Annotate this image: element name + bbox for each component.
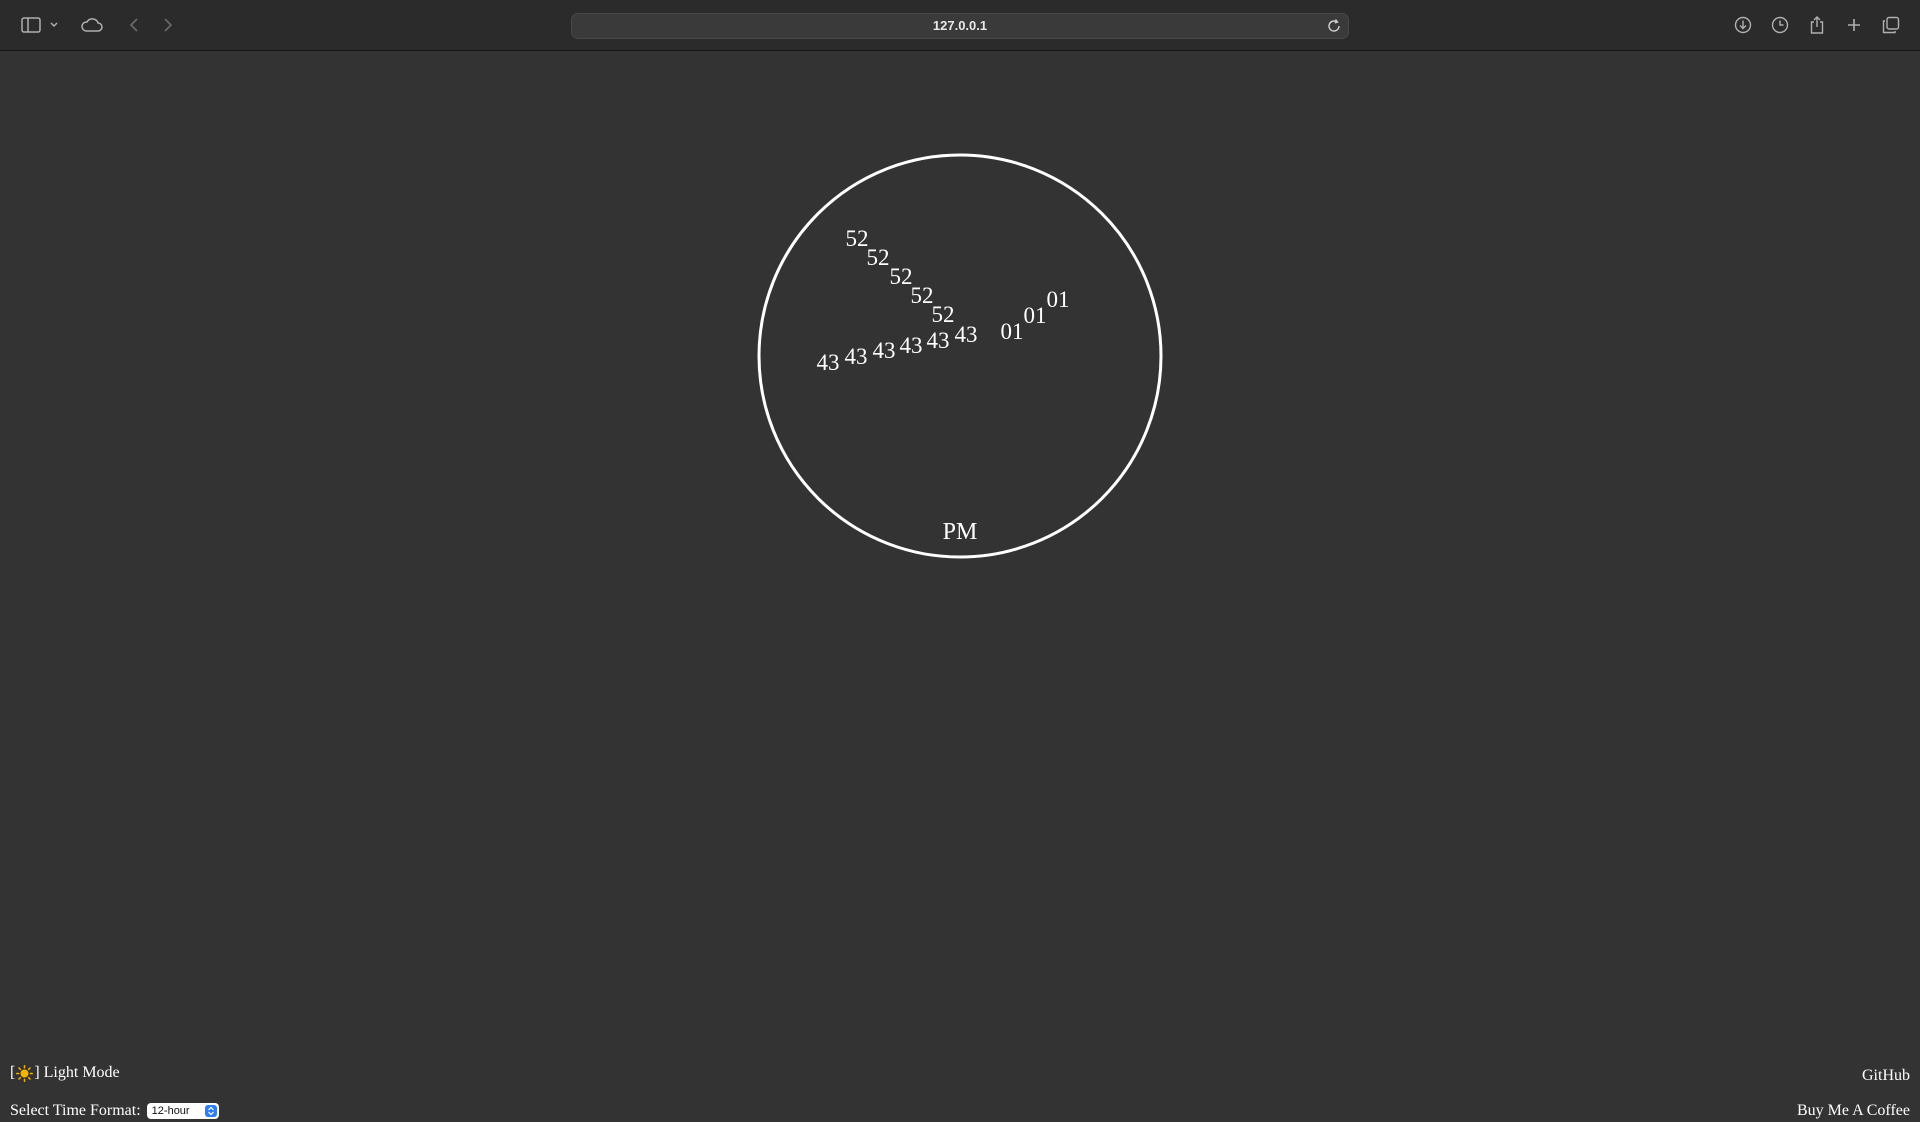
second-hand-label: 43 bbox=[817, 350, 840, 375]
page-content: 01 01 01 52 52 52 52 52 43 43 43 43 43 43 PM [ ] Li… bbox=[0, 52, 1920, 1119]
select-arrows-icon bbox=[204, 1105, 217, 1117]
buy-me-a-coffee-link[interactable]: Buy Me A Coffee bbox=[1797, 1102, 1910, 1120]
bracket-open: [ bbox=[10, 1064, 16, 1081]
theme-toggle-label: Light Mode bbox=[43, 1064, 120, 1081]
time-format-value: 12-hour bbox=[151, 1105, 190, 1117]
minute-hand-label: 52 bbox=[890, 264, 913, 289]
hour-hand-label: 01 bbox=[1047, 287, 1070, 312]
back-icon[interactable] bbox=[122, 13, 146, 37]
cloud-icon[interactable] bbox=[80, 13, 104, 37]
hour-hand: 010101 bbox=[1001, 287, 1070, 344]
hour-hand-label: 01 bbox=[1024, 303, 1047, 328]
new-tab-icon[interactable] bbox=[1842, 13, 1866, 37]
minute-hand-label: 52 bbox=[932, 302, 955, 327]
second-hand: 434343434343 bbox=[817, 322, 978, 375]
address-bar[interactable]: 127.0.0.1 bbox=[571, 13, 1349, 39]
second-hand-label: 43 bbox=[873, 338, 896, 363]
time-format-select[interactable]: 12-hour bbox=[146, 1103, 219, 1119]
browser-toolbar: 127.0.0.1 bbox=[0, 0, 1920, 51]
url-text[interactable]: 127.0.0.1 bbox=[572, 18, 1348, 33]
download-icon[interactable] bbox=[1731, 13, 1755, 37]
tabs-overview-icon[interactable] bbox=[1879, 13, 1903, 37]
second-hand-label: 43 bbox=[845, 344, 868, 369]
minute-hand-label: 52 bbox=[911, 283, 934, 308]
minute-hand: 5252525252 bbox=[846, 226, 955, 327]
sidebar-icon[interactable] bbox=[19, 13, 43, 37]
chevron-down-icon[interactable] bbox=[48, 13, 60, 37]
second-hand-label: 43 bbox=[900, 333, 923, 358]
second-hand-label: 43 bbox=[927, 328, 950, 353]
minute-hand-label: 52 bbox=[867, 245, 890, 270]
sun-icon bbox=[16, 1064, 34, 1082]
theme-toggle[interactable]: [ ] Light Mode bbox=[10, 1064, 120, 1082]
history-icon[interactable] bbox=[1768, 13, 1792, 37]
time-format-label: Select Time Format: bbox=[10, 1102, 141, 1119]
hour-hand-label: 01 bbox=[1001, 319, 1024, 344]
time-format-row: Select Time Format: 12-hour bbox=[10, 1102, 219, 1120]
bracket-close: ] bbox=[34, 1064, 40, 1081]
second-hand-label: 43 bbox=[955, 322, 978, 347]
forward-icon[interactable] bbox=[156, 13, 180, 37]
clock: 010101 5252525252 434343434343 PM bbox=[757, 153, 1163, 559]
minute-hand-label: 52 bbox=[846, 226, 869, 251]
share-icon[interactable] bbox=[1805, 13, 1829, 37]
github-link[interactable]: GitHub bbox=[1862, 1067, 1910, 1085]
reload-icon[interactable] bbox=[1326, 18, 1342, 34]
meridiem-label: PM bbox=[943, 519, 978, 545]
